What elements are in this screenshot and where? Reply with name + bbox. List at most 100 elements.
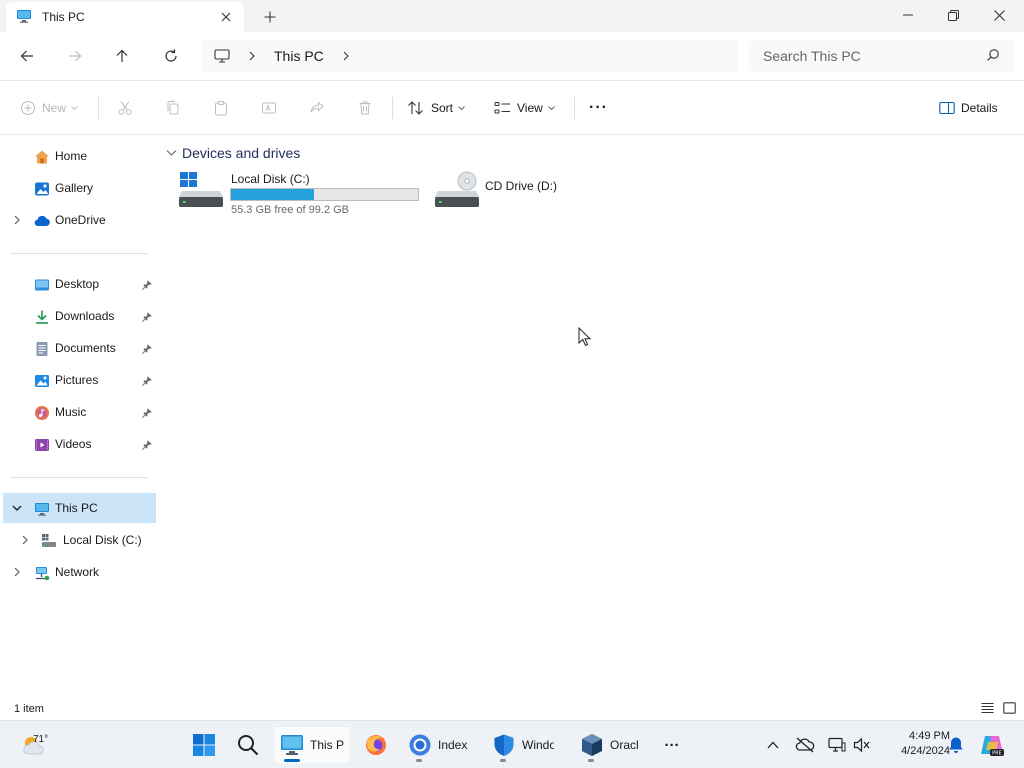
chevron-right-icon[interactable]	[11, 566, 23, 578]
sidebar-item-home[interactable]: Home	[0, 141, 156, 171]
overflow-label: ···	[664, 736, 680, 754]
refresh-button[interactable]	[159, 44, 183, 68]
pin-icon[interactable]	[142, 375, 152, 386]
separator	[574, 97, 575, 119]
weather-widget[interactable]: 71°	[14, 727, 58, 763]
sidebar-item-desktop[interactable]: Desktop	[0, 269, 156, 299]
up-button[interactable]	[110, 44, 134, 68]
taskbar-app-file-explorer[interactable]: This P	[274, 727, 350, 763]
taskbar-app-label: Oracl	[610, 738, 639, 752]
firefox-icon	[366, 735, 386, 755]
chevron-up-icon	[767, 741, 779, 749]
close-tab-button[interactable]	[218, 9, 234, 25]
taskbar-overflow-button[interactable]: ···	[656, 727, 688, 763]
sidebar-item-label: Desktop	[55, 277, 100, 291]
forward-button[interactable]	[63, 44, 87, 68]
sidebar-item-network[interactable]: Network	[0, 557, 156, 587]
taskbar-app-firefox[interactable]	[358, 727, 394, 763]
large-icons-view-button[interactable]	[1001, 700, 1017, 716]
large-icons-view-icon	[1002, 702, 1016, 714]
computer-icon	[214, 49, 230, 63]
breadcrumb-this-pc[interactable]: This PC	[274, 48, 324, 64]
close-icon	[993, 9, 1005, 21]
this-pc-icon	[16, 8, 32, 27]
cut-button[interactable]	[117, 97, 133, 119]
details-view-button[interactable]	[979, 700, 995, 716]
close-window-button[interactable]	[976, 0, 1022, 30]
notifications-button[interactable]	[944, 727, 968, 763]
view-button[interactable]: View	[494, 97, 555, 119]
pin-icon[interactable]	[142, 279, 152, 290]
details-pane-button[interactable]: Details	[939, 97, 998, 119]
share-button[interactable]	[309, 97, 325, 119]
drive-cd-d[interactable]: CD Drive (D:)	[434, 170, 614, 210]
taskbar-app-windows-security[interactable]: Windo	[486, 727, 562, 763]
group-header-devices[interactable]: Devices and drives	[166, 145, 300, 161]
show-hidden-icons-button[interactable]	[762, 727, 784, 763]
trash-icon	[359, 101, 371, 115]
search-button[interactable]	[230, 727, 266, 763]
more-options-label: ···	[589, 99, 608, 116]
sidebar-item-this-pc[interactable]: This PC	[3, 493, 156, 523]
pin-icon[interactable]	[142, 407, 152, 418]
sidebar-item-pictures[interactable]: Pictures	[0, 365, 156, 395]
back-button[interactable]	[15, 44, 39, 68]
sidebar-item-label: Home	[55, 149, 88, 163]
copilot-button[interactable]: PRE	[978, 727, 1006, 763]
new-tab-button[interactable]	[260, 7, 280, 27]
search-icon	[986, 48, 1000, 65]
chevron-down-icon[interactable]	[11, 502, 23, 514]
windows-security-icon	[494, 734, 514, 756]
network-icon	[34, 565, 50, 581]
sidebar-item-local-disk[interactable]: Local Disk (C:)	[0, 525, 156, 555]
taskbar-app-virtualbox[interactable]: Oracl	[574, 727, 650, 763]
restore-button[interactable]	[930, 0, 976, 30]
network-tray-button[interactable]	[825, 727, 849, 763]
pin-icon[interactable]	[142, 311, 152, 322]
chevron-right-icon[interactable]	[248, 51, 256, 61]
chevron-right-icon[interactable]	[342, 51, 350, 61]
taskbar-app-label: Index	[438, 738, 468, 752]
local-disk-icon	[178, 170, 224, 213]
minimize-button[interactable]	[885, 0, 931, 30]
sidebar-item-music[interactable]: Music	[0, 397, 156, 427]
pin-icon[interactable]	[142, 343, 152, 354]
divider	[10, 253, 148, 254]
taskbar-app-chrome[interactable]: Index	[402, 727, 478, 763]
group-title: Devices and drives	[182, 145, 301, 161]
sidebar-item-label: Documents	[55, 341, 116, 355]
chevron-right-icon[interactable]	[11, 214, 23, 226]
new-button[interactable]: New	[20, 97, 78, 119]
clock-time: 4:49 PM	[909, 730, 950, 742]
this-pc-icon	[34, 501, 50, 517]
sidebar-item-onedrive[interactable]: OneDrive	[0, 205, 156, 235]
sidebar-item-videos[interactable]: Videos	[0, 429, 156, 459]
divider	[10, 477, 148, 478]
clock[interactable]: 4:49 PM 4/24/2024	[876, 729, 950, 759]
sort-button[interactable]: Sort	[407, 97, 465, 119]
sidebar-item-gallery[interactable]: Gallery	[0, 173, 156, 203]
chevron-right-icon[interactable]	[19, 534, 31, 546]
tab-this-pc[interactable]: This PC	[6, 2, 244, 32]
new-label: New	[42, 101, 67, 115]
sidebar-item-label: Music	[55, 405, 87, 419]
onedrive-tray-button[interactable]	[793, 727, 817, 763]
sidebar-item-label: OneDrive	[55, 213, 106, 227]
rename-button[interactable]	[261, 97, 277, 119]
desktop-icon	[34, 277, 50, 293]
sidebar-item-documents[interactable]: Documents	[0, 333, 156, 363]
title-bar: This PC	[0, 0, 1024, 32]
delete-button[interactable]	[357, 97, 373, 119]
pin-icon[interactable]	[142, 439, 152, 450]
start-button[interactable]	[186, 727, 222, 763]
paste-icon	[215, 101, 227, 116]
search-input[interactable]: Search This PC	[748, 40, 1014, 72]
sidebar-item-downloads[interactable]: Downloads	[0, 301, 156, 331]
drive-local-disk-c[interactable]: Local Disk (C:) 55.3 GB free of 99.2 GB	[178, 170, 428, 218]
paste-button[interactable]	[213, 97, 229, 119]
gallery-icon	[34, 181, 50, 197]
more-options-button[interactable]: ···	[589, 97, 608, 119]
address-bar[interactable]: This PC	[202, 40, 739, 72]
volume-tray-button[interactable]	[851, 727, 873, 763]
copy-button[interactable]	[165, 97, 181, 119]
